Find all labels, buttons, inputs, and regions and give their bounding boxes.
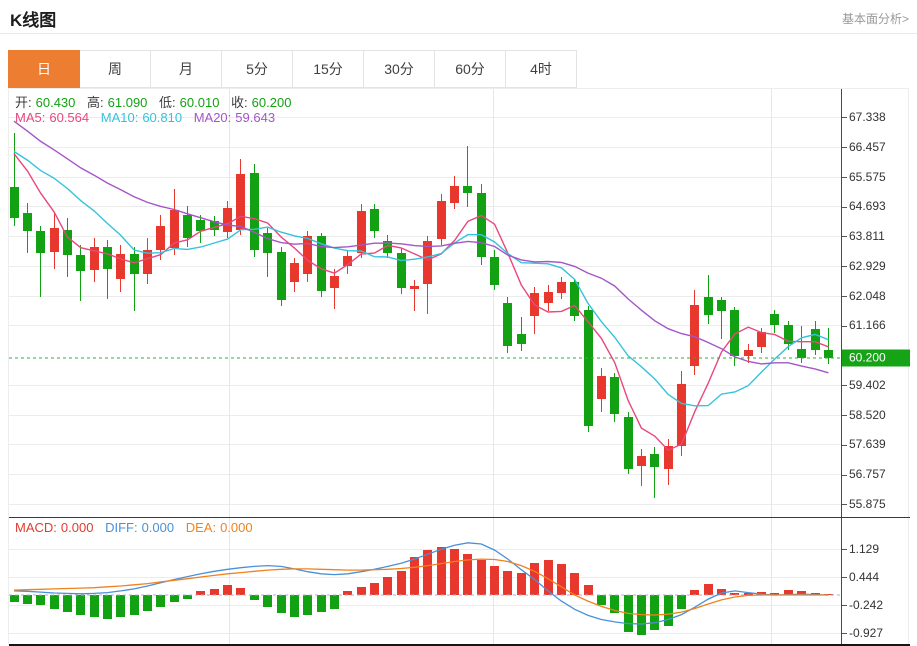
dea-line (14, 559, 828, 615)
high-label: 高: (87, 95, 104, 110)
fundamental-analysis-link[interactable]: 基本面分析> (842, 10, 909, 27)
tab-period-2[interactable]: 月 (151, 50, 222, 88)
tab-period-5[interactable]: 30分 (364, 50, 435, 88)
axis-tick-label: 57.639 (842, 437, 886, 451)
tick-mark (842, 633, 847, 634)
tick-mark (842, 147, 847, 148)
tick-mark (842, 445, 847, 446)
axis-tick-label: -0.242 (842, 598, 883, 612)
ma20-label: MA20: (194, 110, 232, 125)
diff-label: DIFF: (105, 520, 138, 535)
low-value: 60.010 (180, 95, 220, 110)
tick-mark (842, 577, 847, 578)
high-value: 61.090 (108, 95, 148, 110)
tick-mark (842, 605, 847, 606)
tick-mark (842, 549, 847, 550)
candlestick-plot[interactable]: 开: 60.430 高: 61.090 低: 60.010 收: 60.200 MA5:… (9, 89, 841, 517)
axis-tick-label: -0.927 (842, 626, 883, 640)
macd-plot[interactable]: MACD: 0.000 DIFF: 0.000 DEA: 0.000 (9, 518, 841, 644)
tab-period-3[interactable]: 5分 (222, 50, 293, 88)
chart-region: 开: 60.430 高: 61.090 低: 60.010 收: 60.200 MA5:… (8, 88, 909, 645)
axis-tick-label: 63.811 (842, 229, 885, 243)
ma10-value: 60.810 (142, 110, 182, 125)
tick-mark (842, 326, 847, 327)
page-title: K线图 (10, 6, 56, 31)
tick-mark (842, 117, 847, 118)
tick-mark (842, 385, 847, 386)
ma20-line (14, 121, 828, 373)
tick-mark (842, 207, 847, 208)
dea-label: DEA: (186, 520, 216, 535)
open-value: 60.430 (36, 95, 76, 110)
axis-tick-label: 61.166 (842, 318, 886, 332)
axis-tick-label: 1.129 (842, 542, 879, 556)
macd-legend: MACD: 0.000 DIFF: 0.000 DEA: 0.000 (15, 520, 261, 535)
ma5-label: MA5: (15, 110, 45, 125)
axis-tick-label: 55.875 (842, 497, 886, 511)
axis-tick-label: 56.757 (842, 467, 886, 481)
ma-legend: MA5: 60.564 MA10:60.810 MA20:59.643 (15, 110, 283, 125)
tick-mark (842, 415, 847, 416)
axis-tick-label: 58.520 (842, 408, 886, 422)
axis-tick-label: 64.693 (842, 199, 886, 213)
axis-tick-label: 66.457 (842, 140, 886, 154)
ma10-line (14, 152, 828, 406)
price-axis: 67.338 66.457 65.575 64.693 63.811 62.929 62.0… (842, 89, 910, 517)
tick-mark (842, 504, 847, 505)
ma-lines-svg (9, 89, 841, 517)
tab-period-4[interactable]: 15分 (293, 50, 364, 88)
ohlc-legend: 开: 60.430 高: 61.090 低: 60.010 收: 60.200 (15, 92, 299, 111)
axis-separator (841, 89, 842, 644)
axis-tick-label: 65.575 (842, 170, 886, 184)
tick-mark (842, 177, 847, 178)
tick-mark (842, 266, 847, 267)
ma20-value: 59.643 (235, 110, 275, 125)
current-price-tag: 60.200 (842, 349, 910, 366)
dea-value: 0.000 (220, 520, 253, 535)
header-divider (0, 33, 917, 34)
macd-axis: 1.129 0.444 -0.242 -0.927 (842, 518, 910, 644)
ma10-label: MA10: (101, 110, 139, 125)
diff-value: 0.000 (142, 520, 175, 535)
axis-tick-label: 62.048 (842, 289, 886, 303)
close-value: 60.200 (252, 95, 292, 110)
axis-tick-label: 0.444 (842, 570, 879, 584)
panel-divider (9, 517, 910, 518)
diff-line (14, 543, 828, 624)
tick-mark (842, 296, 847, 297)
macd-label: MACD: (15, 520, 57, 535)
open-label: 开: (15, 95, 32, 110)
low-label: 低: (159, 95, 176, 110)
axis-tick-label: 67.338 (842, 110, 886, 124)
tick-mark (842, 475, 847, 476)
tab-period-7[interactable]: 4时 (506, 50, 577, 88)
macd-lines-svg (9, 518, 841, 644)
axis-tick-label: 59.402 (842, 378, 886, 392)
tab-period-0[interactable]: 日 (8, 50, 80, 88)
kline-page: K线图 基本面分析> 日周月5分15分30分60分4时 开:60.430 高:6… (0, 0, 917, 646)
period-tabbar: 日周月5分15分30分60分4时 (8, 50, 577, 88)
tab-period-1[interactable]: 周 (80, 50, 151, 88)
macd-value: 0.000 (61, 520, 94, 535)
tick-mark (842, 236, 847, 237)
axis-tick-label: 62.929 (842, 259, 886, 273)
close-label: 收: (231, 95, 248, 110)
tab-period-6[interactable]: 60分 (435, 50, 506, 88)
ma5-value: 60.564 (49, 110, 89, 125)
